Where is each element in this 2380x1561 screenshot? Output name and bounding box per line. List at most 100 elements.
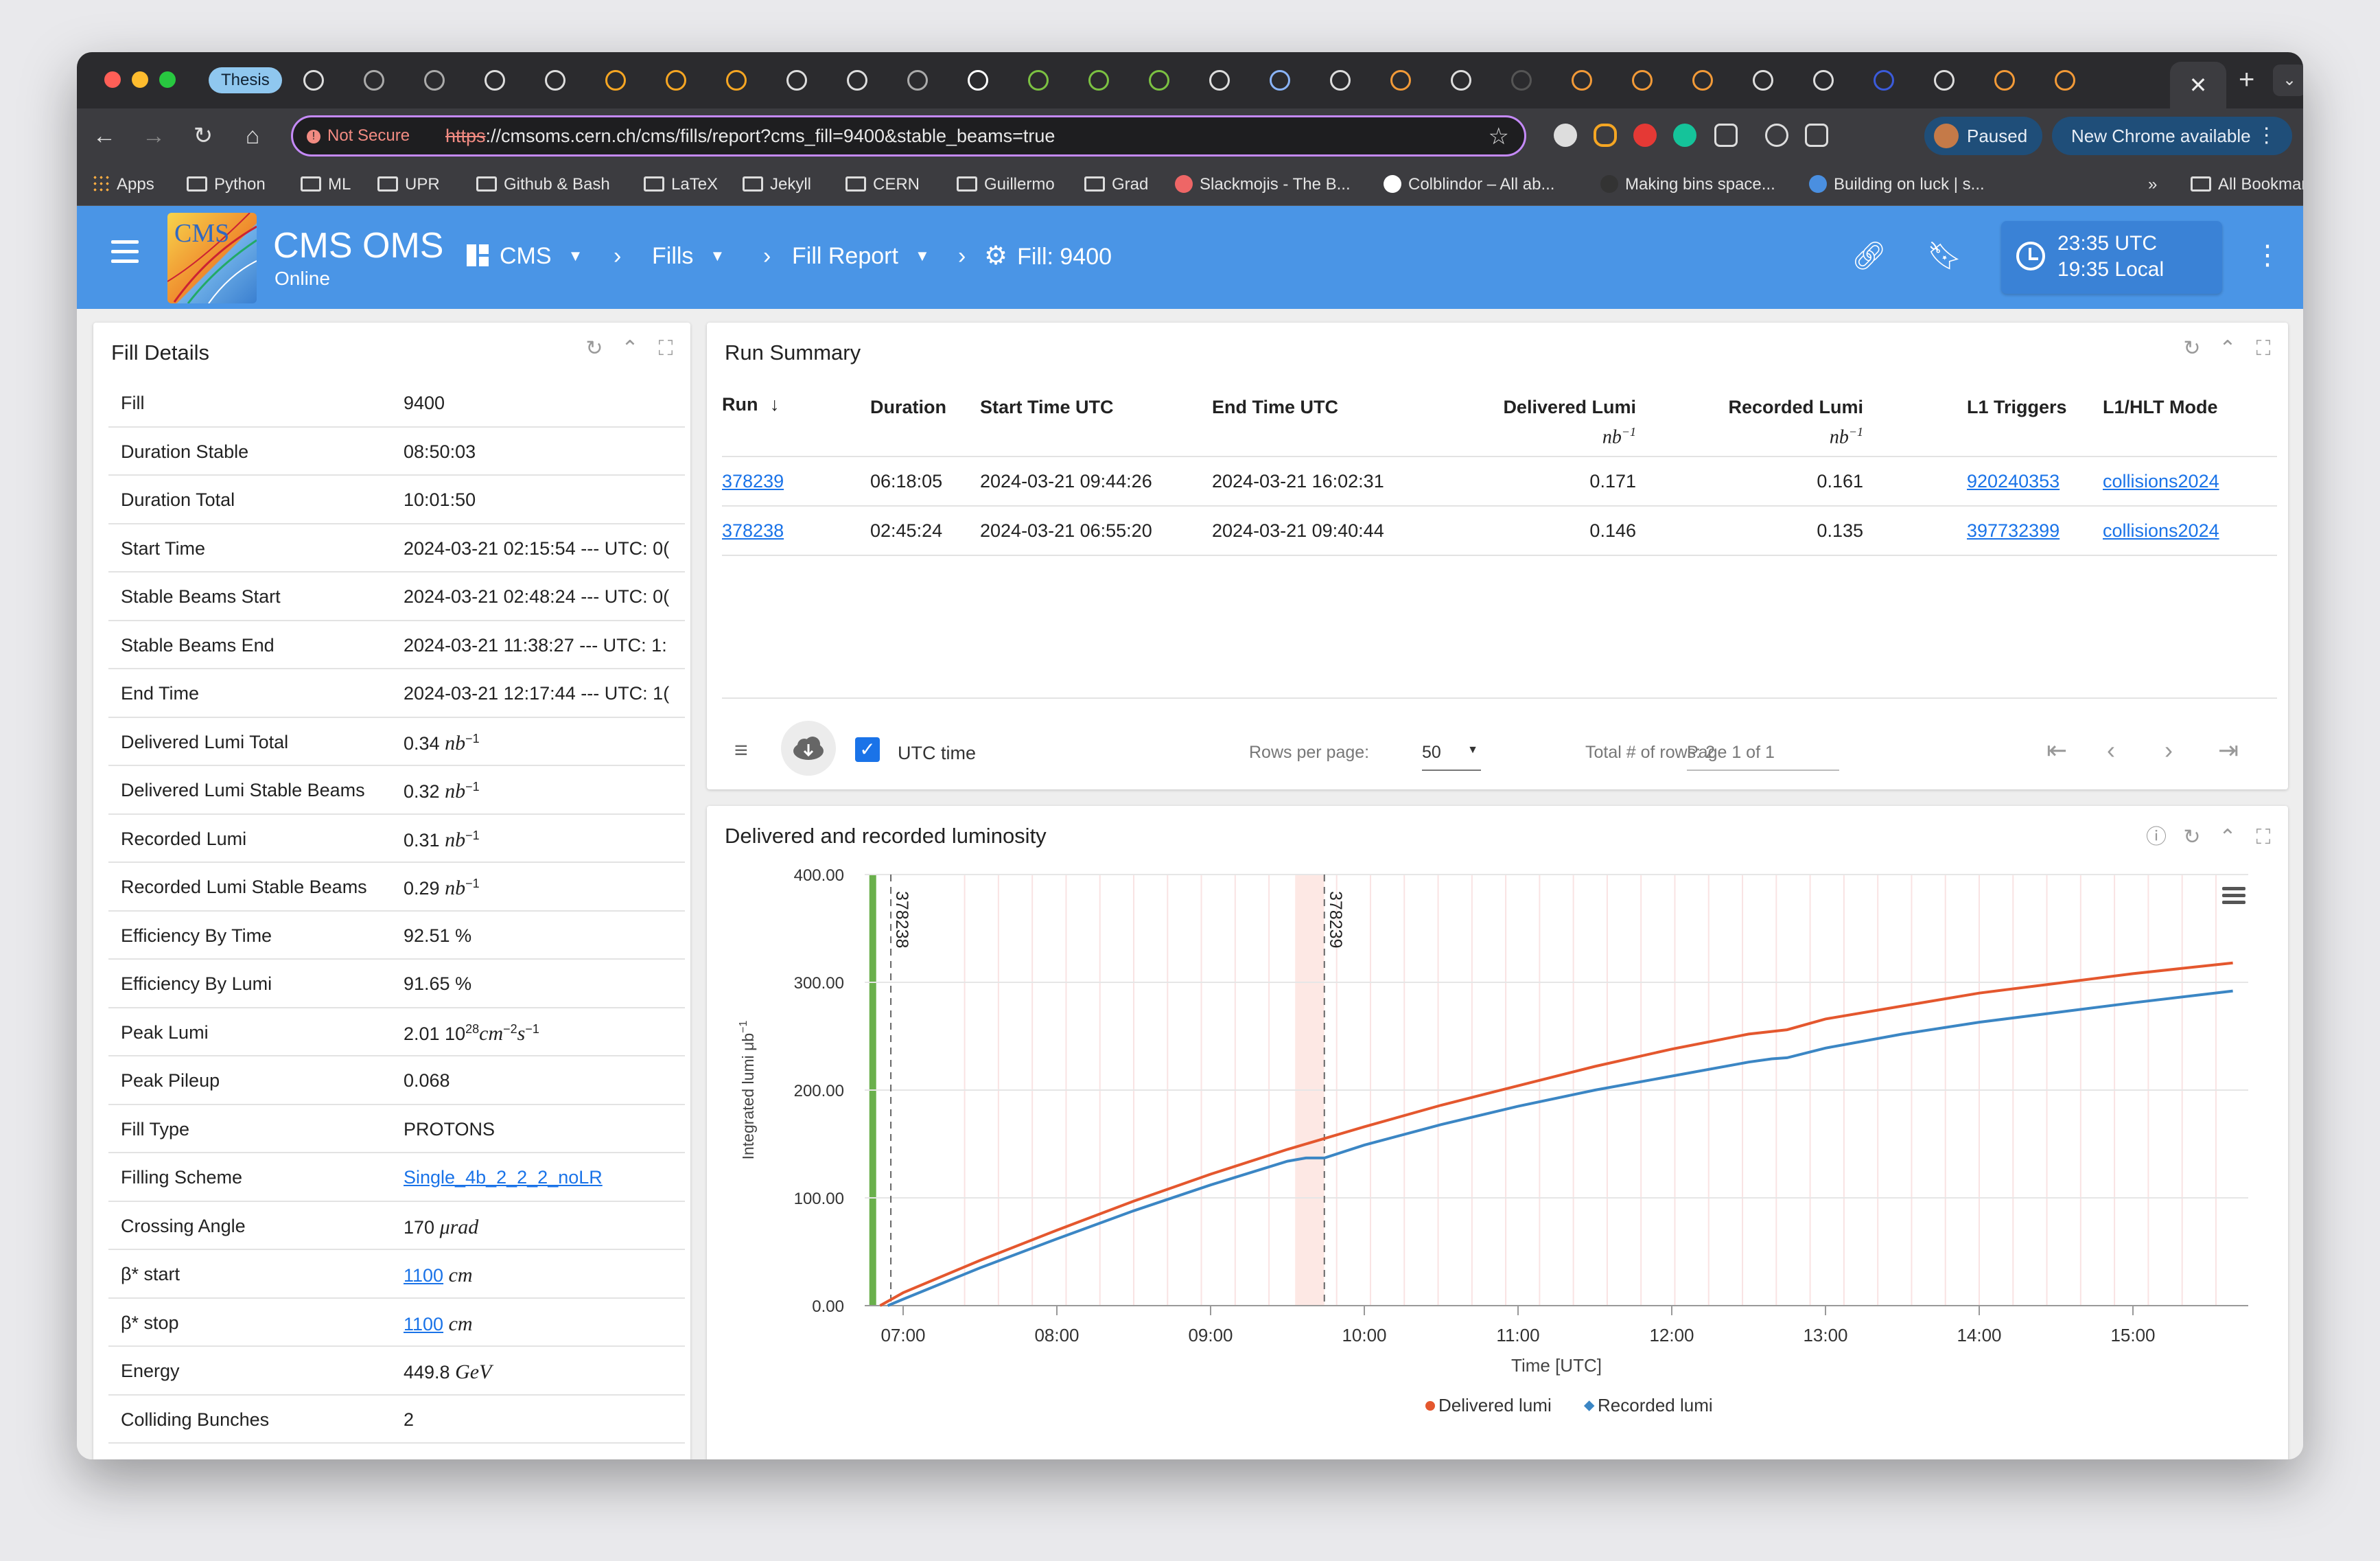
- utc-time-checkbox[interactable]: ✓: [855, 737, 880, 762]
- bookmark-item[interactable]: »: [2148, 174, 2157, 195]
- bookmark-item[interactable]: All Bookmarks: [2191, 174, 2303, 195]
- tab-favicon-icon[interactable]: [1088, 70, 1109, 91]
- bookmark-icon[interactable]: 🔖︎: [1927, 239, 1962, 273]
- first-page-icon[interactable]: ⇤: [2046, 736, 2067, 765]
- extension-grammarly-icon[interactable]: [1673, 124, 1696, 147]
- back-arrow-icon[interactable]: ←: [88, 119, 121, 152]
- new-tab-button[interactable]: +: [2239, 65, 2254, 95]
- bookmark-item[interactable]: Jekyll: [743, 174, 811, 195]
- tab-favicon-icon[interactable]: [1451, 70, 1471, 91]
- extensions-puzzle-icon[interactable]: [1714, 124, 1738, 147]
- tab-favicon-icon[interactable]: [1149, 70, 1169, 91]
- detail-value[interactable]: 1100 cm: [404, 1313, 685, 1336]
- bookmark-item[interactable]: Github & Bash: [476, 174, 610, 195]
- breadcrumb-fill-report[interactable]: Fill Report ▼: [792, 239, 930, 273]
- bookmark-item[interactable]: Making bins space...: [1600, 174, 1775, 195]
- detail-value-text[interactable]: 1100: [404, 1314, 443, 1334]
- collapse-icon[interactable]: ⌃: [618, 336, 642, 360]
- next-page-icon[interactable]: ›: [2165, 736, 2173, 765]
- column-header-l1[interactable]: L1 Triggers: [1967, 397, 2067, 418]
- bookmark-item[interactable]: LaTeX: [644, 174, 718, 195]
- side-panel-icon[interactable]: [1805, 124, 1828, 147]
- reload-icon[interactable]: ↻: [187, 119, 220, 152]
- fullscreen-icon[interactable]: ⛶: [2251, 337, 2276, 360]
- refresh-icon[interactable]: ↻: [2180, 336, 2204, 360]
- tab-favicon-icon[interactable]: [1692, 70, 1713, 91]
- tab-favicon-icon[interactable]: [1028, 70, 1049, 91]
- column-header-mode[interactable]: L1/HLT Mode: [2103, 397, 2217, 418]
- extension-speed-icon[interactable]: [1554, 124, 1577, 147]
- bookmark-item[interactable]: Building on luck | s...: [1809, 174, 1985, 195]
- breadcrumb-fill-number[interactable]: ⚙ Fill: 9400: [984, 239, 1112, 274]
- home-icon[interactable]: ⌂: [236, 119, 269, 152]
- filter-icon[interactable]: ≡: [734, 737, 748, 764]
- tab-favicon-icon[interactable]: [1994, 70, 2015, 91]
- tab-favicon-icon[interactable]: [1330, 70, 1351, 91]
- bookmark-star-icon[interactable]: ☆: [1489, 123, 1509, 150]
- tab-favicon-icon[interactable]: [1390, 70, 1411, 91]
- tab-favicon-icon[interactable]: [1632, 70, 1653, 91]
- detail-value[interactable]: Single_4b_2_2_2_noLR: [404, 1167, 685, 1188]
- mode-link[interactable]: collisions2024: [2103, 520, 2219, 542]
- link-icon[interactable]: 🔗︎: [1852, 239, 1887, 273]
- tab-favicon-icon[interactable]: [1511, 70, 1532, 91]
- tab-favicon-icon[interactable]: [1753, 70, 1773, 91]
- extension-infinity-icon[interactable]: [1594, 124, 1617, 147]
- profile-button[interactable]: Paused: [1924, 117, 2043, 155]
- download-button[interactable]: [781, 721, 836, 776]
- bookmark-item[interactable]: UPR: [377, 174, 440, 195]
- column-header-duration[interactable]: Duration: [870, 397, 946, 418]
- detail-value-text[interactable]: Single_4b_2_2_2_noLR: [404, 1167, 603, 1188]
- bookmark-item[interactable]: ML: [301, 174, 351, 195]
- legend-item-delivered[interactable]: Delivered lumi: [1438, 1395, 1552, 1415]
- legend-item-recorded[interactable]: Recorded lumi: [1598, 1395, 1713, 1415]
- tab-favicon-icon[interactable]: [1572, 70, 1592, 91]
- column-header-run[interactable]: Run ↓: [722, 394, 780, 415]
- clock-panel[interactable]: 23:35 UTC 19:35 Local: [2001, 221, 2222, 294]
- tab-favicon-icon[interactable]: [1209, 70, 1230, 91]
- tab-favicon-icon[interactable]: [1813, 70, 1834, 91]
- l1-triggers-link[interactable]: 397732399: [1967, 520, 2060, 542]
- tab-favicon-icon[interactable]: [907, 70, 928, 91]
- update-chrome-button[interactable]: New Chrome available ⋮: [2052, 117, 2292, 155]
- extension-adblock-icon[interactable]: [1633, 124, 1657, 147]
- menu-icon[interactable]: [111, 240, 139, 268]
- bookmark-item[interactable]: Apps: [92, 174, 154, 195]
- maximize-window-button[interactable]: [159, 71, 176, 88]
- breadcrumb-fills[interactable]: Fills ▼: [652, 239, 725, 273]
- tab-favicon-icon[interactable]: [1874, 70, 1894, 91]
- chart-menu-icon[interactable]: [2222, 887, 2245, 904]
- tab-favicon-icon[interactable]: [1270, 70, 1290, 91]
- last-page-icon[interactable]: ⇥: [2218, 736, 2239, 765]
- run-link[interactable]: 378238: [722, 520, 784, 542]
- tab-favicon-icon[interactable]: [545, 70, 565, 91]
- more-vert-icon[interactable]: ⋮: [2254, 236, 2281, 275]
- bookmark-item[interactable]: CERN: [845, 174, 920, 195]
- collapse-icon[interactable]: ⌃: [2215, 336, 2240, 360]
- column-header-delivered[interactable]: Delivered Lumi nb−1: [1503, 397, 1636, 448]
- tab-favicon-icon[interactable]: [847, 70, 867, 91]
- mode-link[interactable]: collisions2024: [2103, 471, 2219, 492]
- detail-value[interactable]: 1100 cm: [404, 1264, 685, 1287]
- tab-favicon-icon[interactable]: [605, 70, 626, 91]
- bookmark-item[interactable]: Slackmojis - The B...: [1175, 174, 1351, 195]
- breadcrumb-cms[interactable]: CMS ▼: [467, 239, 583, 273]
- security-indicator[interactable]: ! Not Secure: [307, 125, 410, 147]
- refresh-icon[interactable]: ↻: [582, 336, 607, 360]
- rows-per-page-select[interactable]: 50 ▼: [1422, 743, 1481, 771]
- close-tab-icon[interactable]: ✕: [2189, 73, 2208, 97]
- column-header-end[interactable]: End Time UTC: [1212, 397, 1338, 418]
- address-bar[interactable]: ! Not Secure https://cmsoms.cern.ch/cms/f…: [291, 115, 1526, 157]
- fullscreen-icon[interactable]: ⛶: [653, 337, 678, 360]
- tab-favicon-icon[interactable]: [968, 70, 988, 91]
- bookmark-item[interactable]: Guillermo: [957, 174, 1055, 195]
- page-indicator[interactable]: Page 1 of 1: [1687, 743, 1839, 771]
- detail-value-text[interactable]: 1100: [404, 1265, 443, 1286]
- l1-triggers-link[interactable]: 920240353: [1967, 471, 2060, 492]
- bookmark-item[interactable]: Colblindor – All ab...: [1384, 174, 1554, 195]
- close-window-button[interactable]: [104, 71, 121, 88]
- tab-favicon-icon[interactable]: [485, 70, 505, 91]
- url-text[interactable]: https://cmsoms.cern.ch/cms/fills/report?…: [445, 125, 1055, 147]
- tab-favicon-icon[interactable]: [303, 70, 324, 91]
- tab-favicon-icon[interactable]: [424, 70, 445, 91]
